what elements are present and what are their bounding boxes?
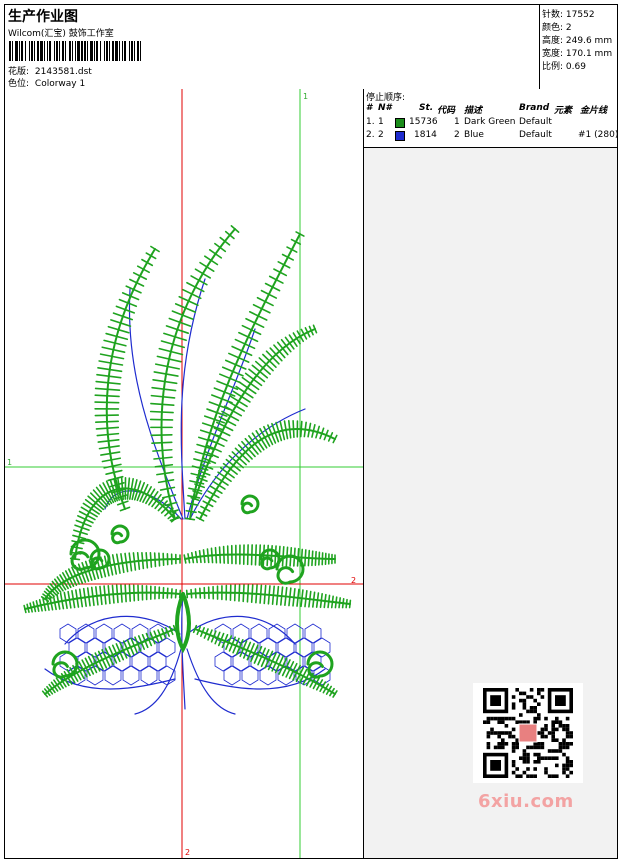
green-thread-layer (23, 225, 352, 698)
col-hash: # (366, 103, 373, 113)
col-n: N# (378, 103, 392, 113)
stop-sequence-table: 停止顺序: # N# St. 代码 描述 Brand 元素 金片线 1. 1 1… (364, 89, 618, 148)
site-watermark: 6xiu.com (478, 791, 574, 812)
info-panel: 停止顺序: # N# St. 代码 描述 Brand 元素 金片线 1. 1 1… (364, 89, 618, 858)
marker-red-right: 2 (351, 576, 356, 585)
qr-code (473, 683, 583, 783)
col-brand: Brand (519, 103, 550, 113)
design-scale: 比例: 0.69 (542, 62, 586, 72)
embroidery-preview: 1 1 2 2 (5, 89, 363, 858)
color-swatch (395, 118, 405, 128)
color-swatch (395, 131, 405, 141)
company-name: Wilcom(汇宝) 鼓饰工作室 (8, 29, 114, 39)
col-element: 元素 (554, 106, 573, 116)
colorway-label: 色位: (8, 79, 30, 89)
barcode (9, 41, 141, 61)
color-count: 颜色: 2 (542, 23, 572, 33)
colorway-value: Colorway 1 (34, 79, 86, 89)
design-height: 高度: 249.6 mm (542, 36, 613, 46)
col-code: 代码 (437, 106, 456, 116)
production-sheet: 生产作业图 Wilcom(汇宝) 鼓饰工作室 花版: 2143581.dst 色… (4, 4, 618, 859)
colorway-line: 色位: Colorway 1 (8, 76, 85, 89)
stats-box: 针数: 17552 颜色: 2 高度: 249.6 mm 宽度: 170.1 m… (539, 5, 618, 89)
marker-green-left: 1 (7, 458, 12, 467)
col-stitches: St. (419, 103, 434, 113)
sheet-header: 生产作业图 Wilcom(汇宝) 鼓饰工作室 花版: 2143581.dst 色… (5, 5, 617, 90)
col-sequin: 金片线 (580, 106, 608, 116)
sheet-title: 生产作业图 (8, 9, 78, 25)
stop-sequence-title: 停止顺序: (366, 93, 406, 103)
col-description: 描述 (464, 106, 483, 116)
design-width: 宽度: 170.1 mm (542, 49, 613, 59)
stitch-count: 针数: 17552 (542, 10, 595, 20)
design-canvas[interactable]: 1 1 2 2 (5, 89, 364, 858)
marker-green-top: 1 (303, 92, 308, 101)
marker-red-bottom: 2 (185, 848, 190, 857)
